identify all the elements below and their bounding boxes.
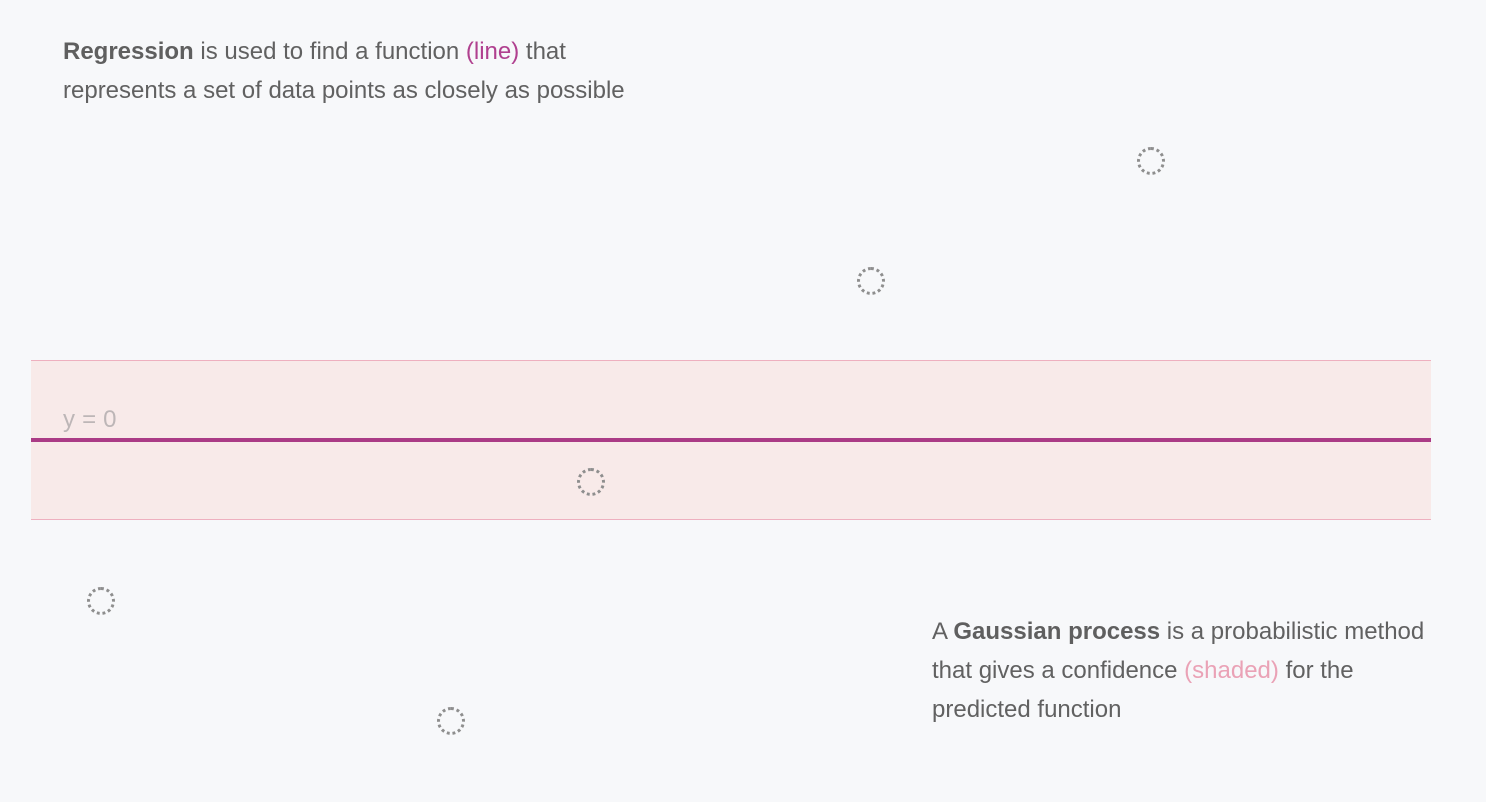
- line-keyword: (line): [465, 38, 520, 65]
- point-3: [577, 468, 605, 496]
- gaussian-note: A Gaussian process is a probabilistic me…: [932, 612, 1432, 729]
- point-1: [87, 587, 115, 615]
- predicted-function-line: [31, 438, 1431, 442]
- regression-term: Regression: [63, 38, 194, 65]
- point-2: [437, 707, 465, 735]
- regression-text-1: is used to find a function: [193, 38, 466, 65]
- regression-diagram: y = 0 Regression is used to find a funct…: [0, 0, 1486, 802]
- point-4: [857, 267, 885, 295]
- point-5: [1137, 147, 1165, 175]
- gaussian-lead: A: [932, 618, 954, 645]
- gaussian-term: Gaussian process: [953, 618, 1161, 645]
- regression-note: Regression is used to find a function (l…: [63, 32, 643, 110]
- shaded-keyword: (shaded): [1184, 657, 1279, 684]
- mean-line-label: y = 0: [63, 406, 117, 433]
